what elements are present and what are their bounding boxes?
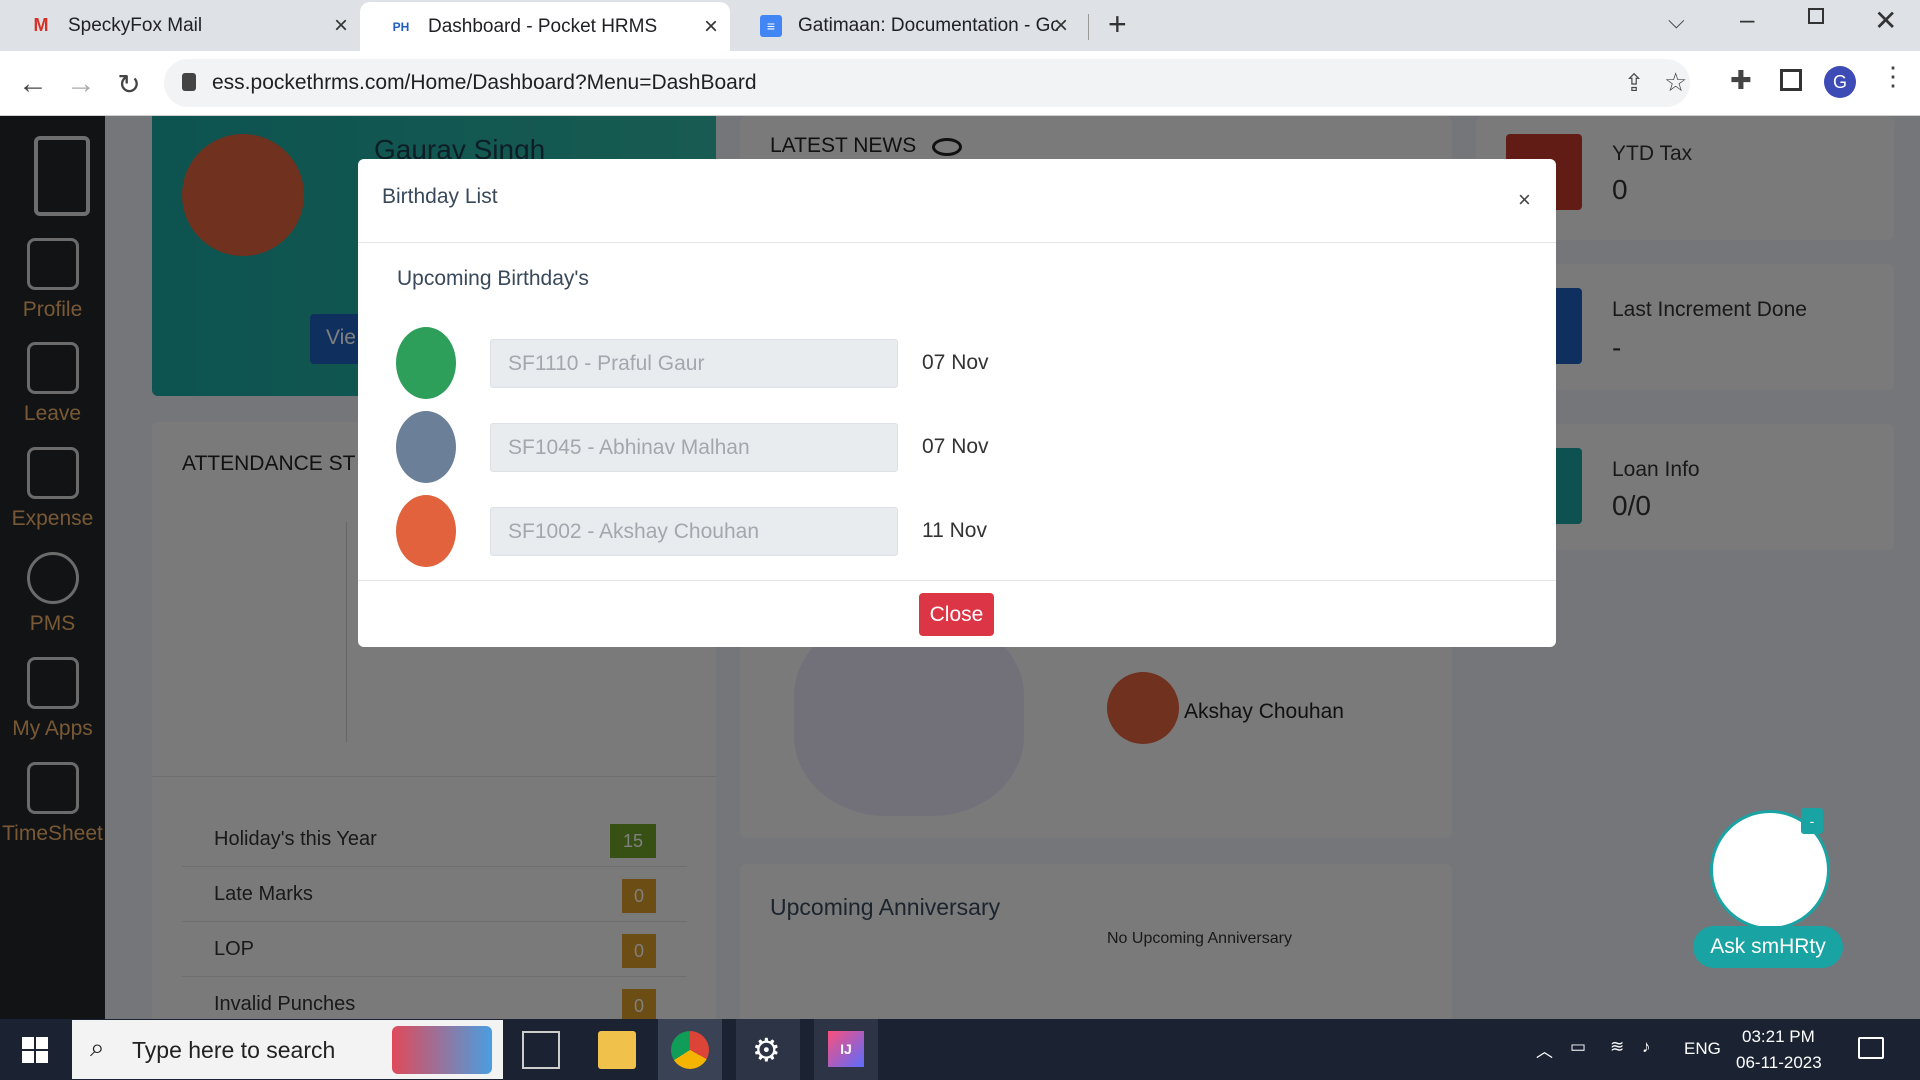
reload-icon[interactable]: ↻ <box>110 65 148 103</box>
restore-icon[interactable] <box>1808 8 1824 24</box>
url-text[interactable]: ess.pockethrms.com/Home/Dashboard?Menu=D… <box>212 71 757 95</box>
browser-tab-strip: M SpeckyFox Mail × PH Dashboard - Pocket… <box>0 0 1920 51</box>
browser-toolbar: ← → ↻ ess.pockethrms.com/Home/Dashboard?… <box>0 51 1920 116</box>
profile-avatar[interactable]: G <box>1824 66 1856 98</box>
birthday-date: 07 Nov <box>922 435 989 458</box>
menu-kebab-icon[interactable]: ⋮ <box>1880 61 1906 92</box>
windows-start-icon[interactable] <box>22 1037 48 1063</box>
tab-title: Gatimaan: Documentation - Goo <box>798 14 1058 36</box>
avatar <box>396 495 456 567</box>
task-view-icon[interactable] <box>522 1031 560 1069</box>
close-button[interactable]: Close <box>919 593 994 636</box>
wifi-icon[interactable]: ≋ <box>1610 1037 1624 1057</box>
birthday-list-modal: Birthday List × Upcoming Birthday's SF11… <box>358 159 1556 647</box>
modal-header: Birthday List × <box>358 159 1556 243</box>
intellij-icon: IJ <box>828 1031 864 1067</box>
extensions-icon[interactable]: ✚ <box>1730 65 1752 96</box>
chevron-up-icon[interactable]: ︿ <box>1536 1037 1553 1062</box>
settings-taskbar-item[interactable]: ⚙ <box>736 1019 800 1080</box>
tab-speckyfox-mail[interactable]: M SpeckyFox Mail × <box>0 0 360 51</box>
modal-close-icon[interactable]: × <box>1518 187 1531 213</box>
birthday-row: SF1002 - Akshay Chouhan 11 Nov <box>396 495 1396 567</box>
avatar <box>396 411 456 483</box>
clock-time[interactable]: 03:21 PM <box>1742 1027 1815 1047</box>
birthday-name-field: SF1002 - Akshay Chouhan <box>490 507 898 556</box>
upcoming-birthdays-heading: Upcoming Birthday's <box>397 267 589 290</box>
tab-dashboard-pocket-hrms[interactable]: PH Dashboard - Pocket HRMS × <box>360 2 730 51</box>
address-bar[interactable]: ess.pockethrms.com/Home/Dashboard?Menu=D… <box>164 59 1690 107</box>
google-docs-icon: ≡ <box>760 14 782 37</box>
ask-smhrty-button[interactable]: Ask smHRty <box>1693 926 1843 968</box>
forward-icon[interactable]: → <box>62 65 100 103</box>
volume-icon[interactable]: ♪ <box>1642 1037 1651 1057</box>
intellij-taskbar-item[interactable]: IJ <box>814 1019 878 1080</box>
tab-title: Dashboard - Pocket HRMS <box>428 15 658 37</box>
gmail-icon: M <box>33 15 49 35</box>
tab-title: SpeckyFox Mail <box>68 14 203 36</box>
modal-title: Birthday List <box>382 185 498 208</box>
new-tab-button[interactable]: + <box>1108 6 1127 43</box>
birthday-name-field: SF1045 - Abhinav Malhan <box>490 423 898 472</box>
back-icon[interactable]: ← <box>14 65 52 103</box>
language-indicator[interactable]: ENG <box>1684 1039 1721 1059</box>
gear-icon: ⚙ <box>752 1032 781 1068</box>
birthday-name-field: SF1110 - Praful Gaur <box>490 339 898 388</box>
birthday-row: SF1045 - Abhinav Malhan 07 Nov <box>396 411 1396 483</box>
sidepanel-icon[interactable] <box>1780 69 1802 91</box>
tab-gatimaan-documentation[interactable]: ≡ Gatimaan: Documentation - Goo × <box>730 0 1080 51</box>
chrome-icon <box>671 1031 709 1069</box>
chatbot-badge: - <box>1801 808 1823 834</box>
taskbar-search[interactable]: ⌕ Type here to search <box>72 1020 503 1079</box>
clock-date[interactable]: 06-11-2023 <box>1736 1053 1822 1073</box>
notification-icon[interactable] <box>1858 1037 1884 1059</box>
search-highlight-image <box>392 1026 492 1074</box>
battery-icon[interactable]: ▭ <box>1570 1037 1586 1057</box>
chatbot-widget[interactable]: - Ask smHRty <box>1693 808 1843 978</box>
close-tab-icon[interactable]: × <box>334 12 348 40</box>
share-icon[interactable]: ⇪ <box>1624 69 1644 98</box>
file-explorer-icon[interactable] <box>598 1031 636 1069</box>
minimize-icon[interactable]: – <box>1740 4 1754 35</box>
avatar <box>396 327 456 399</box>
bookmark-star-icon[interactable]: ☆ <box>1664 67 1687 98</box>
close-tab-icon[interactable]: × <box>704 13 718 41</box>
pocket-hrms-icon: PH <box>392 19 410 34</box>
birthday-date: 11 Nov <box>922 519 987 542</box>
window-close-icon[interactable]: ✕ <box>1874 4 1897 37</box>
birthday-date: 07 Nov <box>922 351 989 374</box>
close-tab-icon[interactable]: × <box>1054 12 1068 40</box>
chrome-taskbar-item[interactable] <box>658 1019 722 1080</box>
tab-divider <box>1088 14 1089 40</box>
lock-icon <box>182 73 196 91</box>
search-placeholder: Type here to search <box>132 1037 336 1063</box>
search-icon: ⌕ <box>90 1032 105 1062</box>
modal-footer: Close <box>358 580 1556 647</box>
birthday-row: SF1110 - Praful Gaur 07 Nov <box>396 327 1396 399</box>
tab-search-chevron-icon[interactable]: ⌵ <box>1668 8 1685 34</box>
windows-taskbar: ⌕ Type here to search ⚙ IJ ︿ ▭ ≋ ♪ ENG 0… <box>0 1019 1920 1080</box>
